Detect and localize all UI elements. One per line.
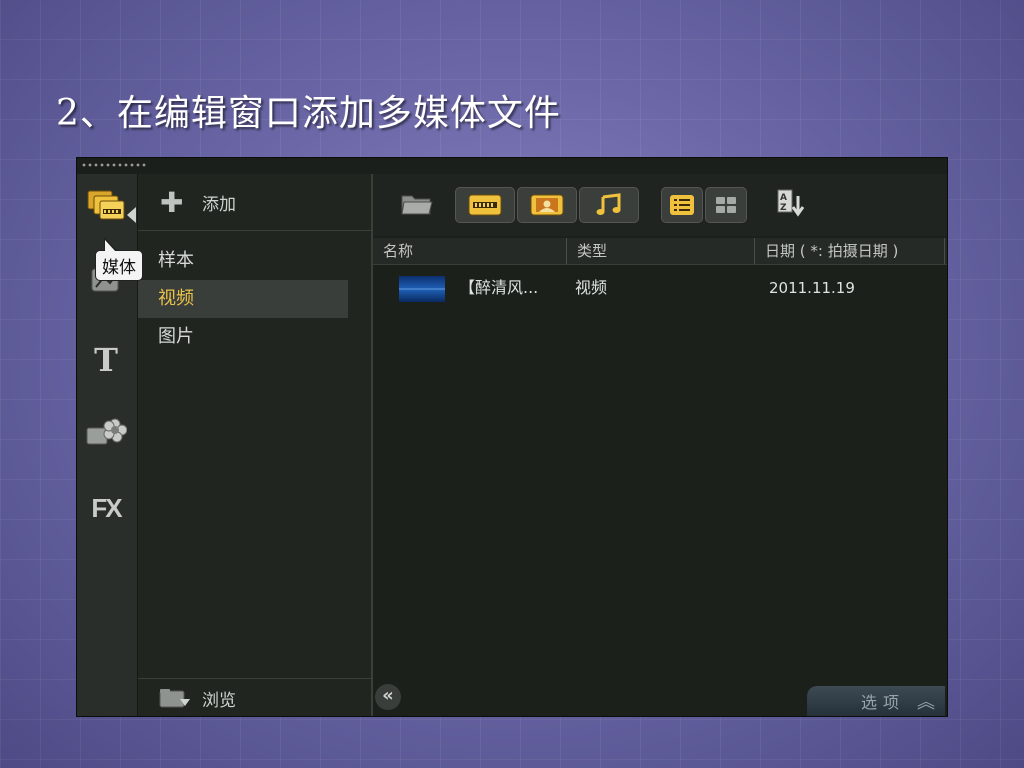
plus-icon: ✚ [160,185,184,219]
list-view-icon [670,195,694,215]
show-photos-toggle[interactable] [517,187,577,223]
fx-icon: FX [91,492,122,523]
title-t-icon: T [94,341,118,379]
sort-button[interactable]: A Z [771,187,811,221]
window-grip[interactable] [77,158,947,174]
show-audio-toggle[interactable] [579,187,639,223]
options-label: 选项 [860,693,905,712]
add-label: 添加 [202,194,236,215]
grid-view-icon [716,197,736,213]
file-type: 视频 [575,278,608,297]
media-category-button[interactable] [83,186,129,226]
library-item-photo[interactable]: 图片 [138,318,348,356]
chevron-up-icon: ︽ [917,692,935,713]
library-panel: ✚ 添加 样本 视频 图片 浏览 [138,174,373,716]
options-tab[interactable]: 选项 ︽ [807,686,945,716]
film-strip-icon [468,194,502,216]
filter-category-button[interactable]: FX [83,488,129,528]
browse-button[interactable]: 浏览 [138,678,371,717]
thumbnail-view-button[interactable] [705,187,747,223]
library-item-sample[interactable]: 样本 [138,242,348,280]
folder-icon [401,195,433,215]
list-view-button[interactable] [661,187,703,223]
grip-dots [81,163,147,167]
media-tooltip: 媒体 [95,237,143,281]
sort-az-icon: A Z [777,189,805,217]
browse-folder-icon [159,689,190,708]
column-header: 名称 类型 日期 ( *: 拍摄日期 ) [373,238,947,265]
media-library-icon [87,190,125,220]
column-date[interactable]: 日期 ( *: 拍摄日期 ) [755,238,945,264]
slide-title: 2、在编辑窗口添加多媒体文件 [56,93,561,134]
column-type[interactable]: 类型 [567,238,755,264]
graphic-category-button[interactable] [83,412,129,452]
media-toolbar: A Z [373,174,947,236]
file-panel: A Z 名称 类型 日期 ( *: 拍摄日期 ) 【醉清风... 视频 2011… [373,174,947,716]
video-thumbnail [399,276,445,302]
file-row[interactable]: 【醉清风... 视频 2011.11.19 [373,270,947,306]
music-note-icon [596,193,621,215]
photo-icon [530,194,564,216]
import-folder-button[interactable] [397,187,437,221]
svg-text:A: A [780,193,787,203]
show-videos-toggle[interactable] [455,187,515,223]
active-category-arrow-icon [127,207,136,223]
file-date: 2011.11.19 [769,279,855,297]
svg-text:Z: Z [780,203,787,213]
browse-label: 浏览 [202,690,236,711]
library-item-video[interactable]: 视频 [138,280,348,318]
collapse-library-button[interactable]: « [375,684,401,710]
add-folder-button[interactable]: ✚ 添加 [138,174,371,231]
editor-window: T FX 媒体 ✚ 添加 样本 视频 图片 浏览 A Z 名称 类型 日期 (… [77,158,947,716]
column-name[interactable]: 名称 [373,238,567,264]
file-name: 【醉清风... [459,278,539,297]
title-category-button[interactable]: T [83,340,129,380]
graphic-flower-icon [86,418,127,445]
